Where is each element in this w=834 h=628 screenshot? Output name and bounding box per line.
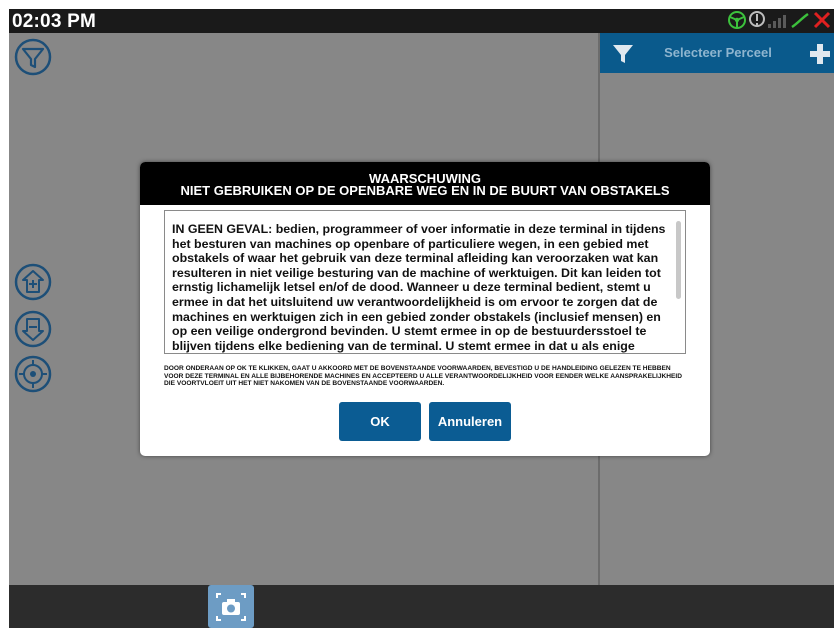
- steering-wheel-icon: [728, 11, 746, 29]
- error-x-icon: [813, 11, 831, 29]
- dialog-header: WAARSCHUWING NIET GEBRUIKEN OP DE OPENBA…: [140, 162, 710, 205]
- zoom-in-icon: [14, 263, 52, 301]
- warning-body-text: IN GEEN GEVAL: bedien, programmeer of vo…: [172, 222, 666, 353]
- zoom-in-button[interactable]: [14, 263, 52, 301]
- panel-title: Selecteer Perceel: [664, 45, 772, 60]
- locate-button[interactable]: [14, 355, 52, 393]
- status-icons: [724, 10, 834, 32]
- panel-header: Selecteer Perceel: [600, 33, 834, 73]
- locate-icon: [14, 355, 52, 393]
- cancel-button[interactable]: Annuleren: [429, 402, 511, 441]
- disclaimer-text: DOOR ONDERAAN OP OK TE KLIKKEN, GAAT U A…: [164, 365, 683, 388]
- info-icon: [749, 11, 765, 27]
- zoom-out-icon: [14, 310, 52, 348]
- filter-icon: [14, 38, 52, 76]
- warning-text-box[interactable]: IN GEEN GEVAL: bedien, programmeer of vo…: [164, 210, 686, 354]
- gps-icon: [791, 12, 809, 29]
- dialog-subtitle: NIET GEBRUIKEN OP DE OPENBARE WEG EN IN …: [180, 183, 670, 198]
- screenshot-button[interactable]: [208, 585, 254, 628]
- scrollbar[interactable]: [676, 221, 681, 299]
- signal-icon: [768, 15, 786, 28]
- warning-dialog: WAARSCHUWING NIET GEBRUIKEN OP DE OPENBA…: [140, 162, 710, 456]
- bottom-toolbar: [9, 585, 834, 628]
- ok-button[interactable]: OK: [339, 402, 421, 441]
- clock: 02:03 PM: [12, 11, 96, 32]
- status-bar: 02:03 PM: [9, 9, 834, 33]
- zoom-out-button[interactable]: [14, 310, 52, 348]
- map-filter-button[interactable]: [14, 38, 52, 76]
- camera-icon: [216, 593, 246, 621]
- plus-icon[interactable]: [809, 43, 831, 65]
